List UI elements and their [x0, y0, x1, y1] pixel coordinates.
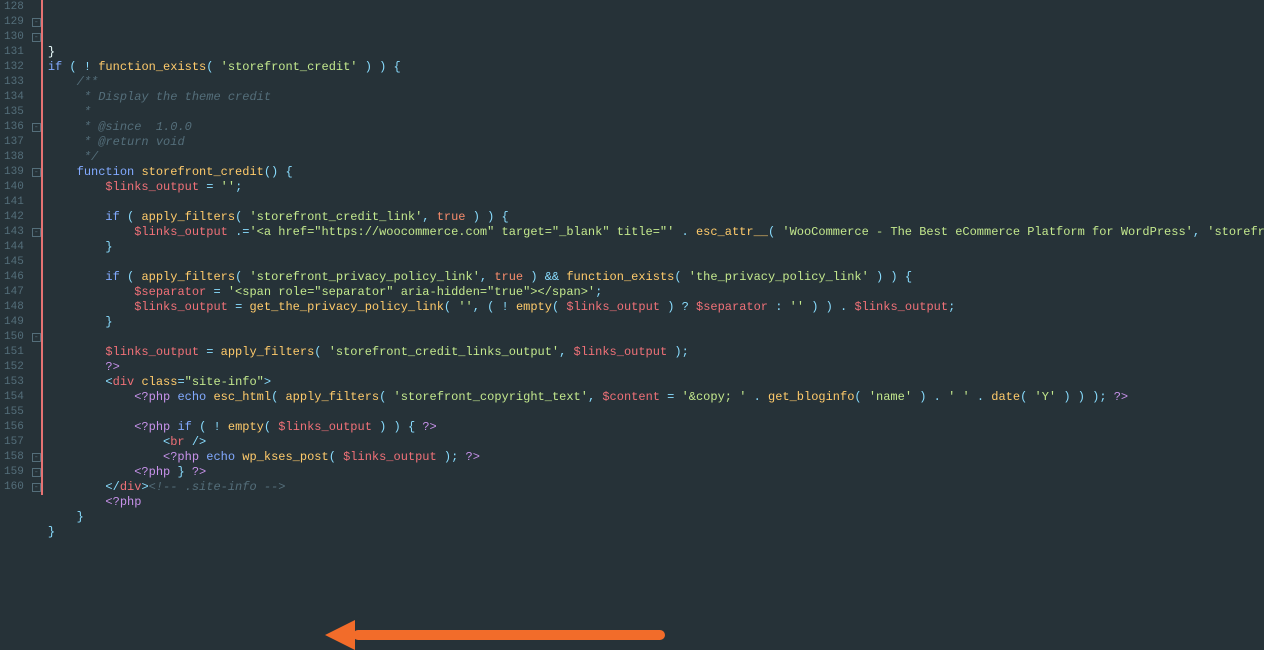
code-line[interactable]: } [48, 45, 1264, 60]
line-number: 148 [4, 300, 24, 315]
code-line[interactable]: <?php } ?> [48, 465, 1264, 480]
change-marker [41, 0, 43, 495]
code-line[interactable]: <?php if ( ! empty( $links_output ) ) { … [48, 420, 1264, 435]
line-number: 136 [4, 120, 24, 135]
line-number: 138 [4, 150, 24, 165]
fold-toggle-icon[interactable]: - [32, 453, 41, 462]
line-number: 158 [4, 450, 24, 465]
code-line[interactable]: $links_output .='<a href="https://woocom… [48, 225, 1264, 240]
code-line[interactable] [48, 255, 1264, 270]
line-number: 146 [4, 270, 24, 285]
code-area[interactable]: }if ( ! function_exists( 'storefront_cre… [44, 0, 1264, 507]
line-number: 151 [4, 345, 24, 360]
line-number: 152 [4, 360, 24, 375]
line-number: 141 [4, 195, 24, 210]
line-number: 156 [4, 420, 24, 435]
line-number: 150 [4, 330, 24, 345]
code-line[interactable]: * @since 1.0.0 [48, 120, 1264, 135]
line-number: 159 [4, 465, 24, 480]
code-line[interactable] [48, 330, 1264, 345]
code-line[interactable]: } [48, 510, 1264, 525]
line-number: 153 [4, 375, 24, 390]
line-number: 160 [4, 480, 24, 495]
line-number: 149 [4, 315, 24, 330]
code-line[interactable]: <br /> [48, 435, 1264, 450]
line-number-gutter: 1281291301311321331341351361371381391401… [0, 0, 30, 507]
line-number: 155 [4, 405, 24, 420]
line-number: 129 [4, 15, 24, 30]
code-line[interactable]: </div><!-- .site-info --> [48, 480, 1264, 495]
line-number: 135 [4, 105, 24, 120]
code-line[interactable]: <?php [48, 495, 1264, 510]
code-line[interactable]: $links_output = apply_filters( 'storefro… [48, 345, 1264, 360]
code-line[interactable]: $links_output = ''; [48, 180, 1264, 195]
line-number: 132 [4, 60, 24, 75]
code-line[interactable]: } [48, 525, 1264, 540]
line-number: 154 [4, 390, 24, 405]
code-line[interactable]: */ [48, 150, 1264, 165]
line-number: 145 [4, 255, 24, 270]
line-number: 133 [4, 75, 24, 90]
code-line[interactable]: <?php echo wp_kses_post( $links_output )… [48, 450, 1264, 465]
code-line[interactable]: if ( apply_filters( 'storefront_credit_l… [48, 210, 1264, 225]
line-number: 142 [4, 210, 24, 225]
fold-toggle-icon[interactable]: - [32, 228, 41, 237]
line-number: 134 [4, 90, 24, 105]
code-line[interactable]: * Display the theme credit [48, 90, 1264, 105]
fold-toggle-icon[interactable]: - [32, 468, 41, 477]
code-line[interactable]: /** [48, 75, 1264, 90]
code-line[interactable]: $links_output = get_the_privacy_policy_l… [48, 300, 1264, 315]
code-editor[interactable]: 1281291301311321331341351361371381391401… [0, 0, 1264, 507]
code-line[interactable]: * @return void [48, 135, 1264, 150]
code-line[interactable]: } [48, 315, 1264, 330]
fold-toggle-icon[interactable]: - [32, 333, 41, 342]
code-line[interactable]: * [48, 105, 1264, 120]
line-number: 131 [4, 45, 24, 60]
code-line[interactable]: $separator = '<span role="separator" ari… [48, 285, 1264, 300]
code-line[interactable]: ?> [48, 360, 1264, 375]
fold-toggle-icon[interactable]: - [32, 18, 41, 27]
line-number: 139 [4, 165, 24, 180]
line-number: 137 [4, 135, 24, 150]
fold-toggle-icon[interactable]: - [32, 168, 41, 177]
line-number: 147 [4, 285, 24, 300]
line-number: 143 [4, 225, 24, 240]
fold-toggle-icon[interactable]: - [32, 483, 41, 492]
line-number: 144 [4, 240, 24, 255]
line-number: 140 [4, 180, 24, 195]
fold-toggle-icon[interactable]: - [32, 33, 41, 42]
code-line[interactable]: function storefront_credit() { [48, 165, 1264, 180]
line-number: 130 [4, 30, 24, 45]
fold-toggle-icon[interactable]: - [32, 123, 41, 132]
code-line[interactable] [48, 405, 1264, 420]
code-line[interactable] [48, 195, 1264, 210]
code-line[interactable]: <?php echo esc_html( apply_filters( 'sto… [48, 390, 1264, 405]
line-number: 157 [4, 435, 24, 450]
code-line[interactable]: if ( apply_filters( 'storefront_privacy_… [48, 270, 1264, 285]
code-line[interactable]: <div class="site-info"> [48, 375, 1264, 390]
line-number: 128 [4, 0, 24, 15]
code-line[interactable]: if ( ! function_exists( 'storefront_cred… [48, 60, 1264, 75]
code-line[interactable]: } [48, 240, 1264, 255]
